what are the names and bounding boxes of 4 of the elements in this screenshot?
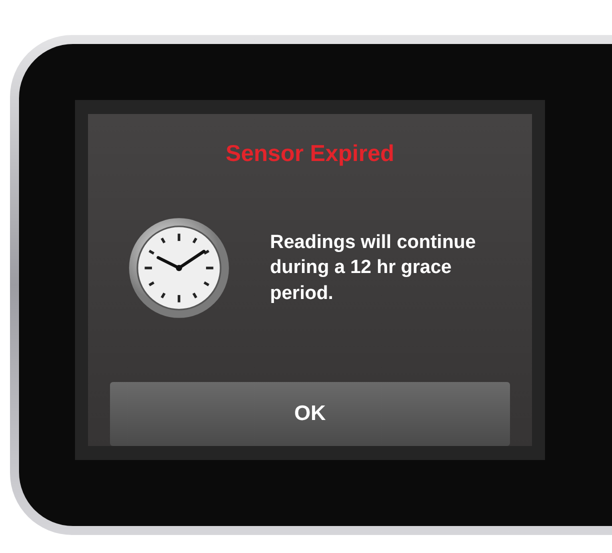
dialog-message: Readings will continue during a 12 hr grace period. <box>270 231 477 306</box>
ok-button[interactable]: OK <box>110 382 510 446</box>
dialog-title: Sensor Expired <box>226 140 394 167</box>
clock-icon <box>127 216 231 320</box>
